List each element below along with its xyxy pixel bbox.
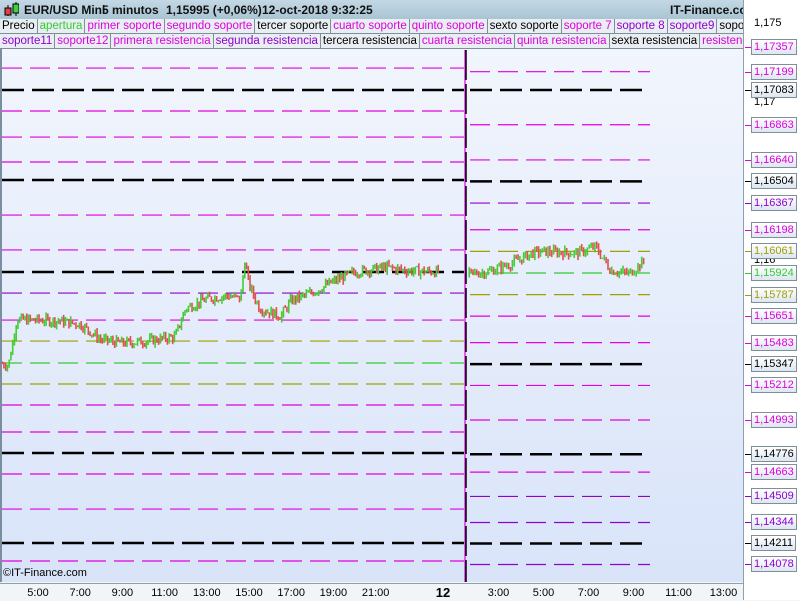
price-level-label: 1,14993	[751, 412, 797, 428]
time-axis[interactable]: 5:00 7:00 9:00 11:00 13:00 15:00 17:00 19:00 21:…	[0, 583, 743, 601]
price-level-label: 1,16640	[751, 151, 797, 168]
price-level-label: 1,16061	[751, 243, 797, 260]
price-level-label: 1,16504	[751, 173, 797, 190]
price-level-label: 1,14776	[751, 446, 797, 463]
time-tick-label: 19:00	[319, 587, 348, 599]
time-tick-label: 15:00	[235, 587, 263, 599]
time-tick-label: 5:00	[27, 587, 49, 599]
time-tick-label: 12	[435, 585, 451, 600]
time-tick-label: 9:00	[111, 587, 134, 599]
time-tick-label: 3:00	[487, 587, 510, 599]
price-level-label: 1,15212	[751, 377, 797, 394]
time-tick-label: 5:00	[532, 587, 555, 599]
price-level-label: 1,16863	[751, 116, 797, 133]
price-level-label: 1,17083	[751, 81, 797, 98]
price-level-label: 1,14211	[751, 535, 796, 552]
time-tick-label: 13:00	[709, 587, 738, 599]
price-level-label: 1,14344	[751, 514, 797, 531]
axis-tick-label: 1,175	[754, 17, 782, 30]
price-level-label: 1,14509	[751, 488, 797, 505]
price-level-label: 1,17199	[751, 63, 797, 80]
price-level-label: 1,14663	[751, 464, 797, 481]
price-level-label: 1,15787	[751, 286, 797, 303]
price-level-label: 1,15924	[751, 265, 797, 281]
price-level-label: 1,16198	[751, 221, 797, 238]
price-level-label: 1,16367	[751, 195, 797, 212]
time-tick-label: 21:00	[361, 587, 390, 599]
time-tick-label: 7:00	[577, 587, 600, 599]
time-tick-label: 13:00	[193, 587, 221, 599]
price-level-label: 1,15347	[751, 356, 797, 373]
price-level-label: 1,17357	[751, 38, 797, 55]
time-tick-label: 7:00	[69, 587, 91, 599]
price-level-label: 1,14078	[751, 556, 797, 573]
price-level-label: 1,15483	[751, 334, 797, 351]
copyright: ©IT-Finance.com	[3, 567, 87, 579]
time-tick-label: 11:00	[665, 587, 692, 599]
time-tick-label: 11:00	[151, 587, 178, 599]
time-tick-label: 17:00	[277, 587, 305, 599]
time-tick-label: 9:00	[622, 587, 645, 599]
price-plot	[1, 50, 650, 582]
price-level-label: 1,15651	[751, 308, 797, 325]
